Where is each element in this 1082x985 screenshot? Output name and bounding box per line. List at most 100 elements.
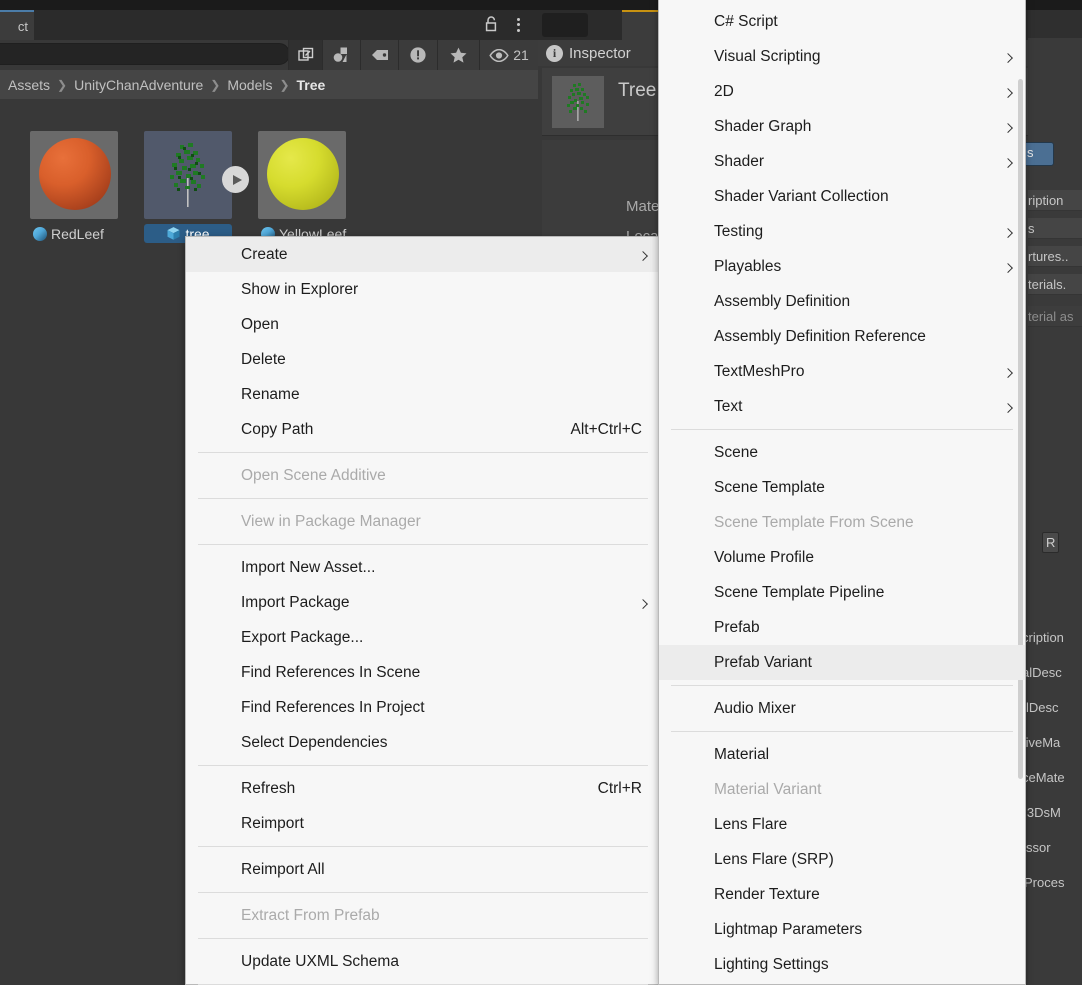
chevron-right-icon: ❯ — [210, 78, 220, 92]
context-menu-item-find-references-in-project[interactable]: Find References In Project — [186, 690, 660, 725]
create-submenu-item-label: Text — [714, 398, 742, 416]
context-menu-item-reimport-all[interactable]: Reimport All — [186, 852, 660, 887]
create-submenu-item-prefab[interactable]: Prefab — [659, 610, 1025, 645]
tree-model-preview — [144, 131, 232, 219]
chevron-right-icon — [1003, 88, 1013, 98]
create-submenu-item-assembly-definition[interactable]: Assembly Definition — [659, 284, 1025, 319]
context-menu-item-label: Open Scene Additive — [241, 467, 386, 485]
create-submenu-item-testing[interactable]: Testing — [659, 214, 1025, 249]
create-submenu-item-label: Scene — [714, 444, 758, 462]
context-menu-item-update-uxml-schema[interactable]: Update UXML Schema — [186, 944, 660, 979]
breadcrumb-item-unitychanadventure[interactable]: UnityChanAdventure — [74, 77, 203, 93]
create-submenu-item-lens-flare-srp[interactable]: Lens Flare (SRP) — [659, 842, 1025, 877]
context-menu-separator — [198, 498, 648, 499]
create-submenu-item-scene-template-from-scene: Scene Template From Scene — [659, 505, 1025, 540]
create-submenu-item-label: Lens Flare — [714, 816, 787, 834]
context-menu-item-shortcut: Ctrl+R — [598, 780, 642, 798]
create-submenu-item-label: Prefab — [714, 619, 760, 637]
create-submenu-item-label: Lightmap Parameters — [714, 921, 862, 939]
search-input[interactable] — [0, 43, 290, 65]
strip-label-description: cription — [1022, 630, 1064, 645]
strip-spacer — [1028, 38, 1082, 138]
context-menu-item-label: Export Package... — [241, 629, 363, 647]
asset-item-redleef[interactable]: RedLeef — [30, 131, 118, 243]
strip-label-ssor: ssor — [1026, 840, 1051, 855]
context-menu-item-create[interactable]: Create — [186, 237, 660, 272]
visibility-eye-icon[interactable]: 21 — [479, 40, 538, 70]
strip-label-process: Proces — [1024, 875, 1064, 890]
create-submenu-item-2d[interactable]: 2D — [659, 74, 1025, 109]
context-menu-item-find-references-in-scene[interactable]: Find References In Scene — [186, 655, 660, 690]
breadcrumb-item-tree[interactable]: Tree — [297, 77, 326, 93]
context-menu-item-import-new-asset[interactable]: Import New Asset... — [186, 550, 660, 585]
create-submenu-item-scene[interactable]: Scene — [659, 435, 1025, 470]
create-submenu-item-lightmap-parameters[interactable]: Lightmap Parameters — [659, 912, 1025, 947]
context-menu-item-show-in-explorer[interactable]: Show in Explorer — [186, 272, 660, 307]
asset-item-tree[interactable]: tree — [144, 131, 232, 243]
material-sphere-preview — [267, 138, 339, 210]
context-menu-item-label: Select Dependencies — [241, 734, 388, 752]
kebab-menu-icon[interactable] — [512, 15, 524, 33]
asset-context-menu[interactable]: CreateShow in ExplorerOpenDeleteRenameCo… — [185, 236, 661, 985]
create-submenu-item-audio-mixer[interactable]: Audio Mixer — [659, 691, 1025, 726]
create-submenu-item-shader-graph[interactable]: Shader Graph — [659, 109, 1025, 144]
object-filter-icon[interactable] — [322, 40, 360, 70]
create-submenu-item-label: Visual Scripting — [714, 48, 821, 66]
create-submenu-item-c-script[interactable]: C# Script — [659, 4, 1025, 39]
open-in-new-window-icon[interactable] — [288, 40, 322, 70]
create-submenu-item-visual-scripting[interactable]: Visual Scripting — [659, 39, 1025, 74]
create-submenu-item-shader[interactable]: Shader — [659, 144, 1025, 179]
create-submenu-item-render-texture[interactable]: Render Texture — [659, 877, 1025, 912]
create-submenu-item-label: Lighting Settings — [714, 956, 829, 974]
context-menu-item-label: Import New Asset... — [241, 559, 375, 577]
context-menu-item-import-package[interactable]: Import Package — [186, 585, 660, 620]
favorite-star-icon[interactable] — [437, 40, 479, 70]
context-menu-item-label: Import Package — [241, 594, 350, 612]
create-submenu-item-scene-template[interactable]: Scene Template — [659, 470, 1025, 505]
create-submenu-item-label: Volume Profile — [714, 549, 814, 567]
play-preview-button[interactable] — [222, 166, 249, 193]
chevron-right-icon: ❯ — [57, 78, 67, 92]
context-menu-item-label: Copy Path — [241, 421, 313, 439]
create-submenu-item-label: Scene Template From Scene — [714, 514, 914, 532]
context-menu-item-select-dependencies[interactable]: Select Dependencies — [186, 725, 660, 760]
create-submenu-item-shader-variant-collection[interactable]: Shader Variant Collection — [659, 179, 1025, 214]
create-submenu[interactable]: C# ScriptVisual Scripting2DShader GraphS… — [658, 0, 1026, 985]
context-menu-item-reimport[interactable]: Reimport — [186, 806, 660, 841]
context-menu-item-view-in-package-manager: View in Package Manager — [186, 504, 660, 539]
create-submenu-item-material[interactable]: Material — [659, 737, 1025, 772]
tab-project[interactable]: ct — [0, 10, 34, 40]
asset-item-yellowleef[interactable]: YellowLeef — [258, 131, 346, 243]
context-menu-item-open[interactable]: Open — [186, 307, 660, 342]
context-menu-item-rename[interactable]: Rename — [186, 377, 660, 412]
strip-field-materials[interactable]: terials. — [1028, 274, 1082, 295]
strip-field-s[interactable]: s — [1028, 218, 1082, 239]
create-submenu-separator — [671, 429, 1013, 430]
strip-field-textures[interactable]: rtures.. — [1028, 246, 1082, 267]
create-submenu-item-label: Shader Variant Collection — [714, 188, 889, 206]
asset-thumbnail — [258, 131, 346, 219]
create-submenu-item-scene-template-pipeline[interactable]: Scene Template Pipeline — [659, 575, 1025, 610]
breadcrumb-item-models[interactable]: Models — [227, 77, 272, 93]
context-menu-item-delete[interactable]: Delete — [186, 342, 660, 377]
reimport-button[interactable]: R — [1042, 532, 1059, 553]
context-menu-item-copy-path[interactable]: Copy PathAlt+Ctrl+C — [186, 412, 660, 447]
create-submenu-item-volume-profile[interactable]: Volume Profile — [659, 540, 1025, 575]
strip-field-description[interactable]: ription — [1028, 190, 1082, 211]
create-submenu-item-textmeshpro[interactable]: TextMeshPro — [659, 354, 1025, 389]
context-menu-item-label: Update UXML Schema — [241, 953, 399, 971]
create-submenu-item-assembly-definition-reference[interactable]: Assembly Definition Reference — [659, 319, 1025, 354]
materials-tab-button[interactable]: s — [1022, 142, 1054, 166]
create-submenu-item-lens-flare[interactable]: Lens Flare — [659, 807, 1025, 842]
tab-placeholder[interactable] — [542, 13, 588, 37]
create-submenu-item-text[interactable]: Text — [659, 389, 1025, 424]
context-menu-item-export-package[interactable]: Export Package... — [186, 620, 660, 655]
create-submenu-item-playables[interactable]: Playables — [659, 249, 1025, 284]
create-submenu-item-lighting-settings[interactable]: Lighting Settings — [659, 947, 1025, 982]
lock-open-icon[interactable] — [484, 15, 500, 33]
context-menu-item-refresh[interactable]: RefreshCtrl+R — [186, 771, 660, 806]
create-submenu-item-prefab-variant[interactable]: Prefab Variant — [659, 645, 1025, 680]
warning-icon[interactable] — [398, 40, 437, 70]
label-tag-icon[interactable] — [360, 40, 398, 70]
breadcrumb-item-assets[interactable]: Assets — [8, 77, 50, 93]
